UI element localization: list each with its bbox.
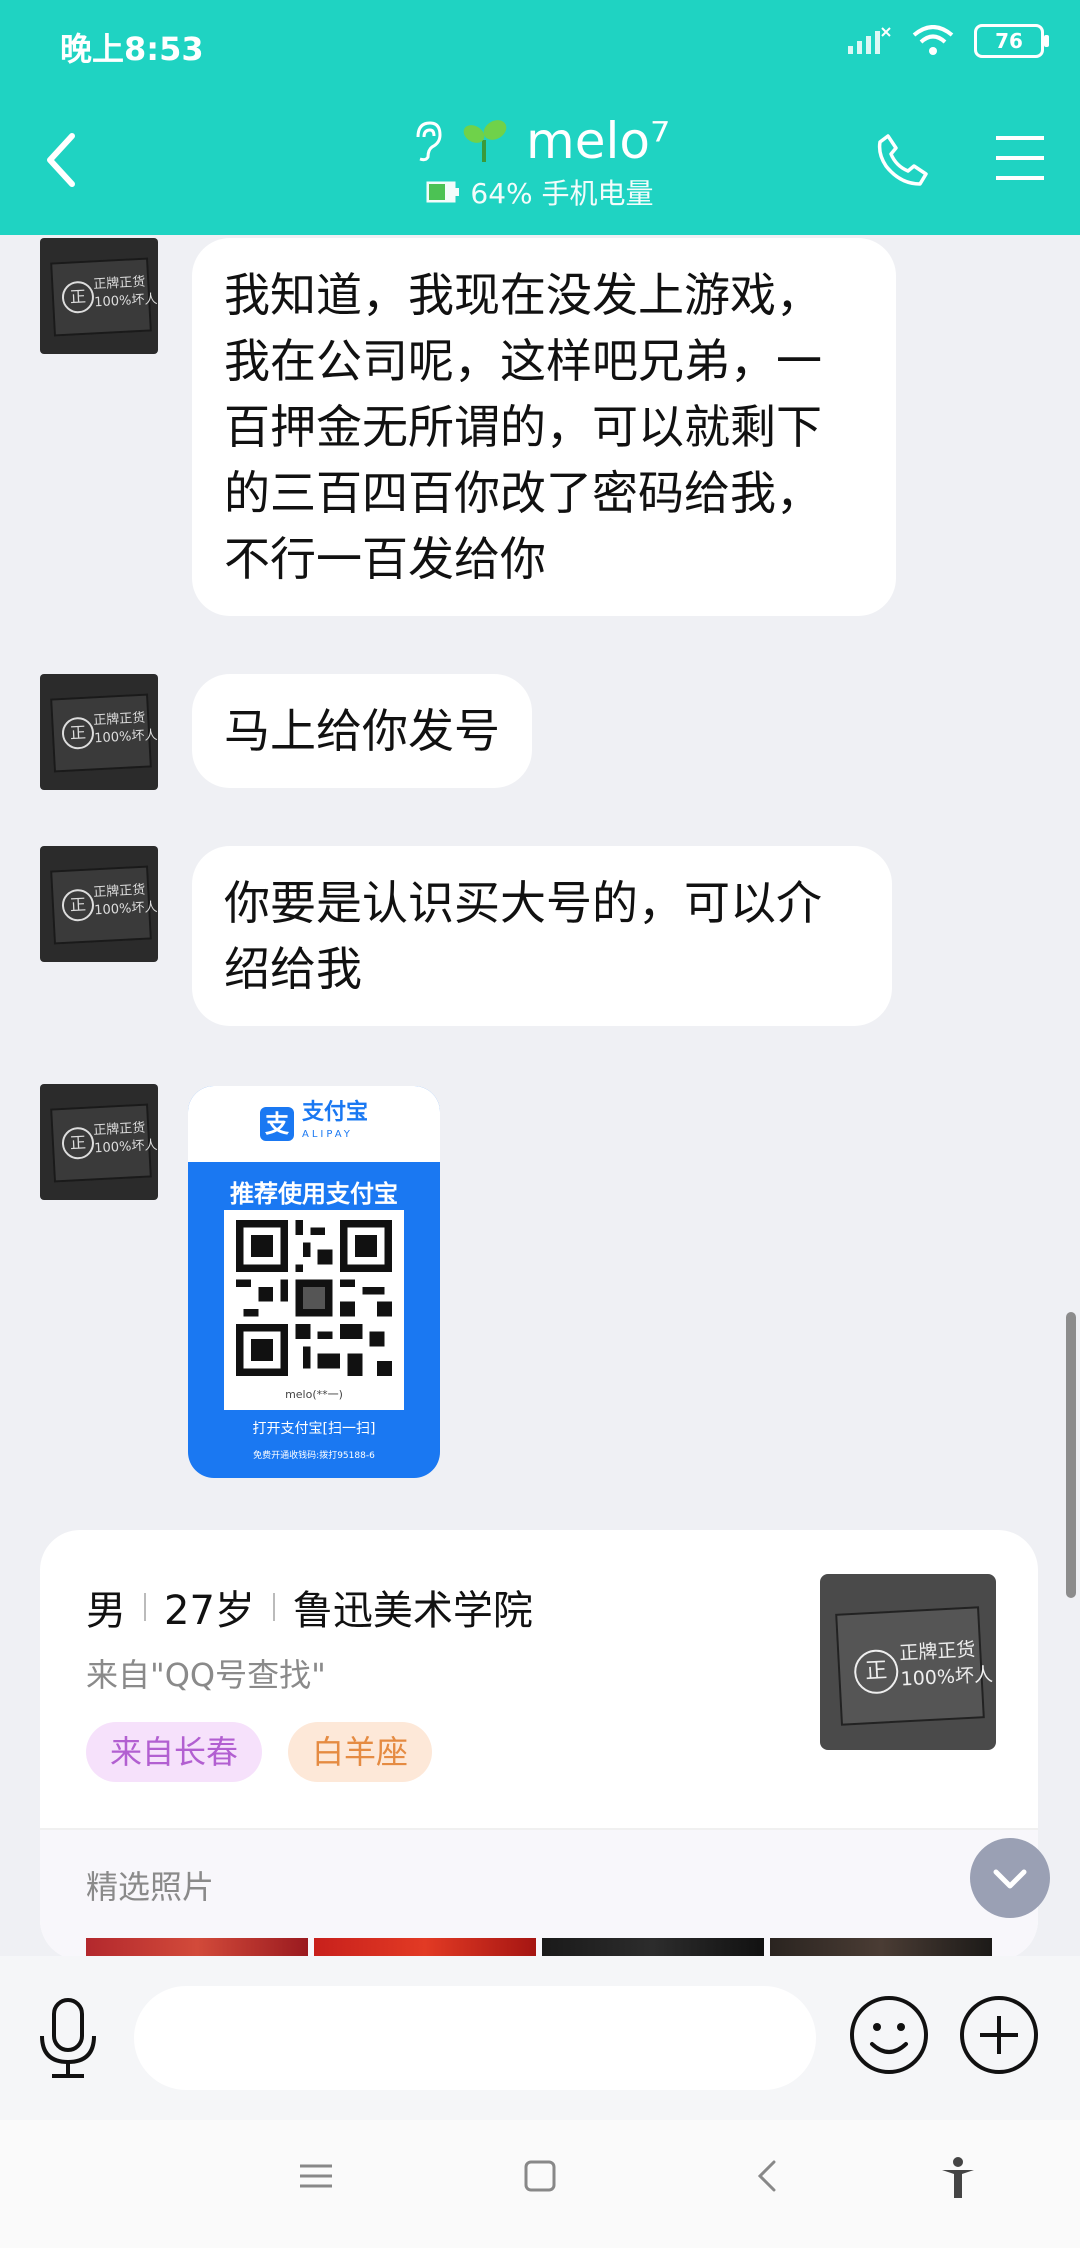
system-nav-bar: [0, 2120, 1080, 2248]
avatar-seal: 正: [61, 716, 95, 751]
qr-brand-cn: 支付宝: [301, 1100, 368, 1125]
qr-name: melo(**一): [285, 1388, 343, 1401]
message-bubble[interactable]: 你要是认识买大号的，可以介绍给我: [192, 846, 892, 1026]
message-bubble[interactable]: 马上给你发号: [192, 674, 532, 788]
plus-icon: [960, 1996, 1038, 2074]
qr-headline: 推荐使用支付宝: [230, 1180, 398, 1208]
message-input[interactable]: [134, 1986, 816, 2090]
phone-icon: [877, 134, 928, 186]
signal-icon: [848, 27, 891, 54]
profile-age: 27岁: [164, 1588, 255, 1634]
profile-gender: 男: [86, 1588, 126, 1634]
top-bar: 晚上8:53 76 melo⁷ 64% 手机电量: [0, 0, 1080, 235]
message-bubble[interactable]: 我知道，我现在没发上游戏，我在公司呢，这样吧兄弟，一百押金无所谓的，可以就剩下的…: [192, 238, 896, 616]
sender-avatar[interactable]: 正 正牌正货 100%坏人: [40, 1084, 158, 1200]
battery-level: 76: [995, 29, 1023, 53]
alipay-logo-icon: 支: [259, 1107, 294, 1141]
avatar-sign: 正 正牌正货 100%坏人: [50, 865, 158, 945]
emoji-button[interactable]: [848, 1994, 930, 2080]
avatar-sign-text: 正牌正货 100%坏人: [92, 710, 158, 747]
hamburger-icon: [996, 136, 1044, 180]
status-time: 晚上8:53: [60, 30, 204, 68]
divider: [144, 1593, 146, 1621]
featured-photos-section[interactable]: 精选照片: [40, 1830, 1038, 1960]
avatar-seal: 正: [853, 1648, 900, 1695]
avatar-sign-text: 正牌正货 100%坏人: [92, 1120, 158, 1157]
battery-icon: 76: [974, 24, 1049, 58]
avatar-seal: 正: [61, 1126, 95, 1161]
voice-button[interactable]: [34, 1996, 102, 2086]
menu-lines-icon: [300, 2164, 332, 2188]
sender-avatar[interactable]: 正 正牌正货 100%坏人: [40, 238, 158, 354]
nav-recents-button[interactable]: [296, 2156, 336, 2200]
qr-scan-text: 打开支付宝[扫一扫]: [252, 1421, 376, 1437]
chevron-left-icon: [757, 2160, 776, 2192]
microphone-icon: [40, 1998, 96, 2078]
profile-tag-city: 来自长春: [86, 1722, 263, 1782]
call-button[interactable]: [874, 132, 930, 192]
profile-source: 来自"QQ号查找": [86, 1656, 326, 1694]
chevron-down-icon: [993, 1869, 1027, 1889]
sender-avatar[interactable]: 正 正牌正货 100%坏人: [40, 674, 158, 790]
featured-photos-label: 精选照片: [86, 1868, 215, 1906]
qr-brand-en: ALIPAY: [301, 1129, 353, 1140]
avatar-sign: 正 正牌正货 100%坏人: [50, 693, 158, 773]
square-icon: [524, 2160, 556, 2192]
qr-code-icon: [236, 1220, 392, 1376]
smiley-icon: [850, 1996, 928, 2074]
nav-home-button[interactable]: [520, 2156, 560, 2200]
avatar-sign-text: 正牌正货 100%坏人: [92, 274, 158, 311]
phone-battery-icon: [426, 181, 460, 203]
sender-avatar[interactable]: 正 正牌正货 100%坏人: [40, 846, 158, 962]
avatar-seal: 正: [61, 280, 95, 315]
qr-header: 支 支付宝 ALIPAY: [188, 1086, 440, 1162]
avatar-sign: 正 正牌正货 100%坏人: [835, 1606, 993, 1726]
divider: [272, 1593, 275, 1621]
scrollbar[interactable]: [1066, 1312, 1076, 1598]
nav-back-button[interactable]: [748, 2156, 788, 2200]
avatar-sign: 正 正牌正货 100%坏人: [50, 1103, 158, 1183]
profile-school: 鲁迅美术学院: [292, 1588, 533, 1634]
accessibility-icon: [942, 2157, 974, 2198]
profile-card[interactable]: 男 27岁 鲁迅美术学院 来自"QQ号查找" 来自长春 白羊座 正 正牌正货 1…: [40, 1530, 1038, 1960]
menu-button[interactable]: [994, 134, 1046, 186]
avatar-sign: 正 正牌正货 100%坏人: [50, 257, 158, 337]
payment-qr-image[interactable]: 支 支付宝 ALIPAY 推荐使用支付宝 melo(**一) 打开支付宝[扫一扫…: [188, 1086, 440, 1478]
input-bar: [0, 1956, 1080, 2120]
qr-code: melo(**一): [224, 1210, 404, 1410]
profile-basic-info: 男 27岁 鲁迅美术学院: [86, 1578, 533, 1636]
avatar-sign-text: 正牌正货 100%坏人: [898, 1638, 994, 1691]
status-icons: 76: [846, 24, 1049, 58]
profile-tag-zodiac: 白羊座: [288, 1722, 433, 1782]
ear-icon: [416, 121, 442, 162]
sprout-icon: [463, 120, 507, 162]
avatar-seal: 正: [61, 888, 95, 923]
more-options-button[interactable]: [958, 1994, 1040, 2080]
qr-footer: 免费开通收钱码:拨打95188-6: [253, 1451, 375, 1461]
qr-brand: 支付宝 ALIPAY: [302, 1102, 368, 1146]
wifi-icon: [912, 25, 954, 55]
chat-subtitle: 64% 手机电量: [470, 177, 654, 210]
scroll-to-bottom-button[interactable]: [970, 1838, 1050, 1918]
profile-avatar[interactable]: 正 正牌正货 100%坏人: [820, 1574, 996, 1750]
accessibility-button[interactable]: [938, 2156, 978, 2204]
avatar-sign-text: 正牌正货 100%坏人: [92, 882, 158, 919]
chat-title: melo⁷: [526, 112, 670, 170]
